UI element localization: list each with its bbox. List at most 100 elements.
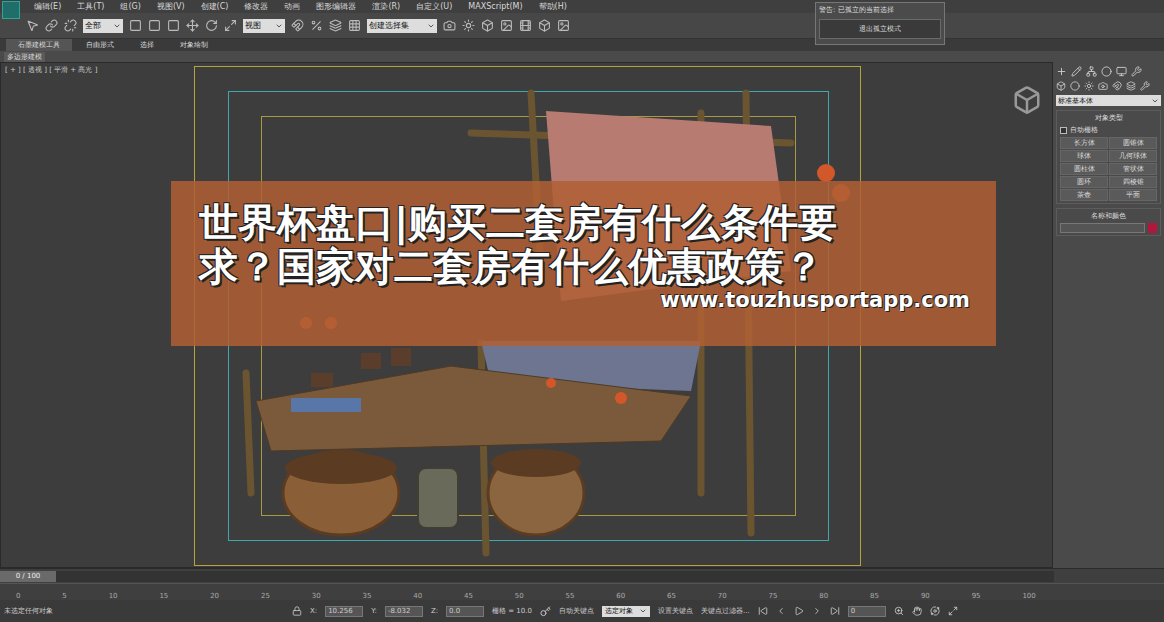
category-icon[interactable] — [1140, 81, 1150, 91]
category-icon[interactable] — [1070, 81, 1080, 91]
auto-grid-row[interactable]: 自动栅格 — [1060, 125, 1157, 135]
category-icon[interactable] — [1056, 81, 1066, 91]
playback-icon[interactable] — [812, 606, 822, 616]
key-mode-dropdown[interactable]: 选定对象 — [602, 606, 650, 617]
ribbon-tab[interactable]: 石墨建模工具 — [6, 39, 72, 51]
menu-item[interactable]: MAXScript(M) — [468, 2, 522, 11]
viewport-label[interactable]: [ + ] [ 透视 ] [ 平滑 + 高光 ] — [5, 65, 97, 75]
tool-icon[interactable] — [205, 19, 218, 32]
primitive-button[interactable]: 管状体 — [1109, 163, 1157, 175]
auto-key-button[interactable]: 自动关键点 — [559, 606, 594, 616]
name-field[interactable] — [1060, 223, 1145, 233]
tool-icon[interactable] — [348, 19, 361, 32]
auto-grid-checkbox[interactable] — [1060, 127, 1067, 134]
set-key-button[interactable]: 设置关键点 — [658, 606, 693, 616]
tool-icon[interactable] — [500, 19, 513, 32]
tool-icon[interactable] — [45, 19, 58, 32]
primitive-dropdown[interactable]: 标准基本体 — [1056, 95, 1161, 106]
primitive-button[interactable]: 茶壶 — [1060, 189, 1108, 201]
ribbon-tab[interactable]: 对象绘制 — [168, 39, 220, 51]
tool-icon[interactable] — [310, 19, 323, 32]
menu-item[interactable]: 帮助(H) — [539, 1, 567, 12]
primitive-button[interactable]: 几何球体 — [1109, 150, 1157, 162]
panel-tab-icon[interactable] — [1071, 66, 1082, 77]
panel-tab-icon[interactable] — [1086, 66, 1097, 77]
primitive-button[interactable]: 圆环 — [1060, 176, 1108, 188]
frame-field[interactable]: 0 — [848, 606, 886, 617]
z-field[interactable]: 0.0 — [446, 606, 484, 617]
menu-item[interactable]: 动画 — [284, 1, 300, 12]
menu-item[interactable]: 创建(C) — [201, 1, 229, 12]
tool-icon[interactable] — [443, 19, 456, 32]
x-field[interactable]: 10.256 — [325, 606, 363, 617]
key-icon[interactable] — [540, 606, 551, 617]
viewcube-icon[interactable] — [1012, 85, 1046, 119]
tool-icon[interactable] — [129, 19, 142, 32]
tool-icon[interactable] — [291, 19, 304, 32]
tool-icon[interactable] — [462, 19, 475, 32]
nav-icon[interactable] — [912, 606, 922, 616]
tool-icon[interactable] — [224, 19, 237, 32]
time-slider-thumb[interactable]: 0 / 100 — [0, 571, 56, 582]
primitive-button[interactable]: 球体 — [1060, 150, 1108, 162]
tool-icon[interactable] — [148, 19, 161, 32]
tool-icon[interactable] — [557, 19, 570, 32]
menu-item[interactable]: 渲染(R) — [372, 1, 400, 12]
menu-item[interactable]: 自定义(U) — [416, 1, 452, 12]
panel-tab-icon[interactable] — [1116, 66, 1127, 77]
menu-item[interactable]: 图形编辑器 — [316, 1, 356, 12]
key-filter-button[interactable]: 关键点过滤器... — [701, 606, 750, 616]
color-swatch[interactable] — [1148, 223, 1157, 233]
app-logo-icon[interactable] — [2, 1, 20, 19]
reference-coord[interactable]: 视图 — [243, 19, 285, 33]
tool-icon[interactable] — [26, 19, 39, 32]
playback-icon[interactable] — [794, 606, 804, 616]
exit-isolation-button[interactable]: 退出孤立模式 — [819, 19, 941, 39]
ribbon-panel-label[interactable]: 多边形建模 — [4, 52, 45, 62]
primitive-button[interactable]: 圆锥体 — [1109, 137, 1157, 149]
tool-icon[interactable] — [186, 19, 199, 32]
playback-icon[interactable] — [776, 606, 786, 616]
menu-item[interactable]: 修改器 — [244, 1, 268, 12]
primitive-button[interactable]: 长方体 — [1060, 137, 1108, 149]
rollout-title[interactable]: 对象类型 — [1060, 113, 1157, 123]
category-icon[interactable] — [1098, 81, 1108, 91]
nav-icon[interactable] — [894, 606, 904, 616]
y-field[interactable]: -8.032 — [385, 606, 423, 617]
playback-icon[interactable] — [830, 606, 840, 616]
panel-tab-icon[interactable] — [1056, 66, 1067, 77]
playback-icon[interactable] — [758, 606, 768, 616]
perspective-viewport[interactable]: [ + ] [ 透视 ] [ 平滑 + 高光 ] 世界杯盘口|购买二套房有什么条件… — [0, 62, 1053, 568]
tool-icon[interactable] — [519, 19, 532, 32]
rollout-title[interactable]: 名称和颜色 — [1060, 211, 1157, 221]
tool-icon[interactable] — [481, 19, 494, 32]
primitive-button[interactable]: 平面 — [1109, 189, 1157, 201]
menu-item[interactable]: 工具(T) — [77, 1, 104, 12]
primitive-button[interactable]: 圆柱体 — [1060, 163, 1108, 175]
banner-url[interactable]: www.touzhusportapp.com — [660, 288, 970, 312]
named-selection[interactable]: 创建选择集 — [367, 19, 437, 33]
tool-icon[interactable] — [64, 19, 77, 32]
tool-icon[interactable] — [538, 19, 551, 32]
time-ruler[interactable]: 0510152025303540455055606570758085909510… — [0, 583, 1164, 600]
menu-item[interactable]: 编辑(E) — [34, 1, 61, 12]
menu-item[interactable]: 组(G) — [120, 1, 140, 12]
max-window: 编辑(E) 工具(T) 组(G) 视图(V) 创建(C) 修改器 动画 图形编辑器 渲染(R) 自… — [0, 0, 1164, 622]
tool-icon[interactable] — [329, 19, 342, 32]
nav-icon[interactable] — [948, 606, 958, 616]
panel-tab-icon[interactable] — [1101, 66, 1112, 77]
category-icon[interactable] — [1126, 81, 1136, 91]
menu-item[interactable]: 视图(V) — [157, 1, 185, 12]
selection-filter[interactable]: 全部 — [83, 19, 123, 33]
ribbon-tab[interactable]: 自由形式 — [74, 39, 126, 51]
ad-banner[interactable]: 世界杯盘口|购买二套房有什么条件要求？国家对二套房有什么优惠政策？www.tou… — [171, 181, 996, 346]
lock-icon[interactable] — [292, 606, 302, 616]
category-icon[interactable] — [1112, 81, 1122, 91]
time-slider-track[interactable]: 0 / 100 — [0, 571, 1054, 582]
tool-icon[interactable] — [167, 19, 180, 32]
panel-tab-icon[interactable] — [1131, 66, 1142, 77]
primitive-button[interactable]: 四棱锥 — [1109, 176, 1157, 188]
ribbon-tab[interactable]: 选择 — [128, 39, 166, 51]
category-icon[interactable] — [1084, 81, 1094, 91]
nav-icon[interactable] — [930, 606, 940, 616]
